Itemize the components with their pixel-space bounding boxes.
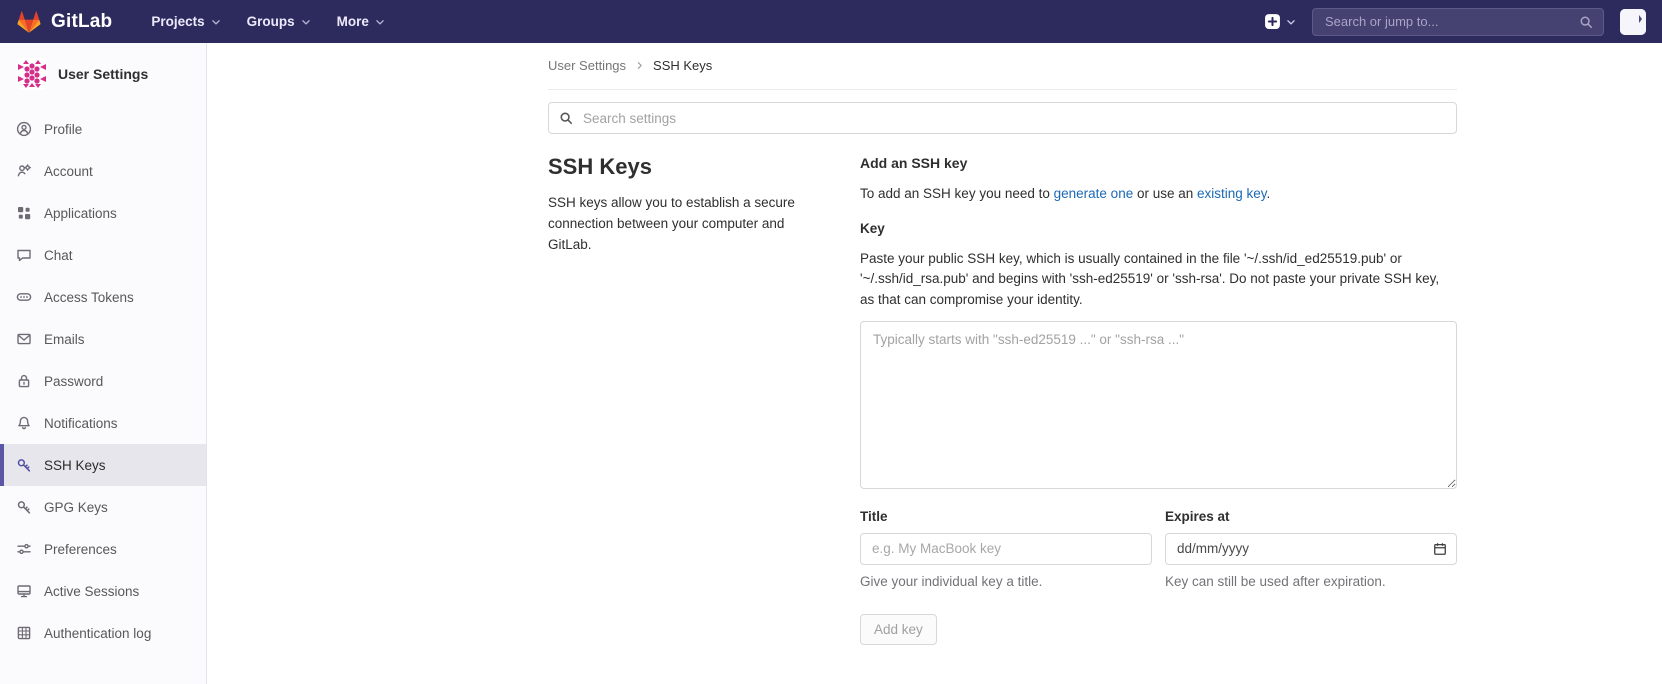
applications-icon	[16, 205, 32, 221]
sidebar-item-ssh-keys[interactable]: SSH Keys	[0, 444, 206, 486]
global-search-input[interactable]	[1323, 13, 1571, 30]
sidebar-nav: Profile Account Applications Chat Access…	[0, 108, 206, 654]
page-description: SSH keys allow you to establish a secure…	[548, 195, 795, 252]
settings-search-box	[548, 102, 1457, 134]
key-icon	[16, 499, 32, 515]
sidebar-item-label: Profile	[44, 121, 83, 137]
sidebar-title: User Settings	[58, 66, 149, 82]
sidebar-item-password[interactable]: Password	[0, 360, 206, 402]
expires-field-help: Key can still be used after expiration.	[1165, 573, 1386, 589]
main-content: User Settings SSH Keys SSH Keys SSH keys…	[548, 43, 1457, 645]
profile-icon	[16, 121, 32, 137]
breadcrumb-user-settings[interactable]: User Settings	[548, 58, 626, 73]
sidebar-item-notifications[interactable]: Notifications	[0, 402, 206, 444]
form-intro-text: To add an SSH key you need to generate o…	[860, 186, 1457, 201]
sidebar-item-label: Applications	[44, 205, 117, 221]
global-search-box	[1312, 7, 1604, 36]
gitlab-tanuki-logo-icon	[16, 9, 42, 34]
sidebar-item-label: Password	[44, 373, 104, 389]
settings-search-input[interactable]	[581, 109, 1446, 127]
key-field-label: Key	[860, 221, 885, 236]
settings-sidebar: User Settings Profile Account Applicatio…	[0, 43, 207, 684]
expires-field: Expires at dd/mm/yyyy Key can still be u…	[1165, 509, 1457, 589]
sidebar-item-profile[interactable]: Profile	[0, 108, 206, 150]
sidebar-header: User Settings	[0, 43, 206, 102]
sidebar-item-authentication-log[interactable]: Authentication log	[0, 612, 206, 654]
nav-projects-menu[interactable]: Projects	[151, 14, 220, 29]
chevron-down-icon	[375, 17, 385, 27]
chevron-down-icon	[301, 17, 311, 27]
sidebar-item-label: Access Tokens	[44, 289, 134, 305]
chat-icon	[16, 247, 32, 263]
chevron-right-icon	[635, 61, 644, 70]
title-field: Title Give your individual key a title.	[860, 509, 1152, 589]
title-field-help: Give your individual key a title.	[860, 573, 1043, 589]
sidebar-item-label: Notifications	[44, 415, 118, 431]
title-input[interactable]	[860, 532, 1152, 565]
key-field-help: Paste your public SSH key, which is usua…	[860, 251, 1440, 307]
expires-date-input[interactable]: dd/mm/yyyy	[1165, 532, 1457, 565]
search-icon	[1579, 15, 1593, 29]
sliders-icon	[16, 541, 32, 557]
key-icon	[16, 457, 32, 473]
search-icon	[559, 111, 573, 125]
bell-icon	[16, 415, 32, 431]
nav-projects-label: Projects	[151, 14, 205, 29]
token-icon	[16, 289, 32, 305]
brand-name: GitLab	[51, 10, 113, 32]
user-settings-avatar	[16, 58, 48, 90]
sidebar-item-applications[interactable]: Applications	[0, 192, 206, 234]
sidebar-item-active-sessions[interactable]: Active Sessions	[0, 570, 206, 612]
nav-more-menu[interactable]: More	[337, 14, 385, 29]
sidebar-item-emails[interactable]: Emails	[0, 318, 206, 360]
email-icon	[16, 331, 32, 347]
date-placeholder-text: dd/mm/yyyy	[1177, 541, 1250, 557]
ssh-keys-intro-column: SSH Keys SSH keys allow you to establish…	[548, 148, 860, 645]
account-icon	[16, 163, 32, 179]
existing-key-link[interactable]: existing key	[1197, 186, 1267, 201]
page-title: SSH Keys	[548, 154, 652, 179]
nav-groups-label: Groups	[246, 14, 295, 29]
plus-square-icon	[1264, 13, 1281, 30]
ssh-key-textarea[interactable]	[860, 320, 1457, 489]
sidebar-item-label: Account	[44, 163, 93, 179]
sidebar-item-label: Preferences	[44, 541, 117, 557]
sidebar-item-account[interactable]: Account	[0, 150, 206, 192]
sidebar-item-preferences[interactable]: Preferences	[0, 528, 206, 570]
sidebar-item-label: Emails	[44, 331, 85, 347]
sidebar-item-label: SSH Keys	[44, 457, 106, 473]
sidebar-item-label: Authentication log	[44, 625, 152, 641]
intro-mid: or use an	[1133, 186, 1198, 201]
intro-post: .	[1266, 186, 1271, 201]
form-section-title: Add an SSH key	[860, 155, 968, 171]
generate-one-link[interactable]: generate one	[1054, 186, 1134, 201]
sidebar-item-chat[interactable]: Chat	[0, 234, 206, 276]
monitor-icon	[16, 583, 32, 599]
breadcrumb-current: SSH Keys	[653, 58, 713, 73]
sidebar-item-label: Active Sessions	[44, 583, 140, 599]
calendar-icon[interactable]	[1433, 542, 1447, 556]
nav-more-label: More	[336, 14, 369, 29]
sidebar-item-access-tokens[interactable]: Access Tokens	[0, 276, 206, 318]
intro-pre: To add an SSH key you need to	[860, 186, 1054, 201]
breadcrumb: User Settings SSH Keys	[548, 43, 1457, 90]
nav-groups-menu[interactable]: Groups	[247, 14, 311, 29]
user-avatar[interactable]	[1620, 8, 1646, 35]
top-navbar: GitLab Projects Groups More	[0, 0, 1662, 43]
log-icon	[16, 625, 32, 641]
sidebar-item-gpg-keys[interactable]: GPG Keys	[0, 486, 206, 528]
chevron-down-icon	[211, 17, 221, 27]
add-key-button[interactable]: Add key	[860, 613, 937, 645]
sidebar-item-label: Chat	[44, 247, 73, 263]
lock-icon	[16, 373, 32, 389]
gitlab-home-link[interactable]: GitLab	[16, 9, 112, 34]
expires-field-label: Expires at	[1165, 508, 1230, 524]
add-ssh-key-form: Add an SSH key To add an SSH key you nee…	[860, 148, 1457, 645]
title-field-label: Title	[860, 508, 888, 524]
sidebar-item-label: GPG Keys	[44, 499, 108, 515]
new-item-menu-button[interactable]	[1264, 13, 1296, 30]
chevron-down-icon	[1286, 17, 1296, 27]
